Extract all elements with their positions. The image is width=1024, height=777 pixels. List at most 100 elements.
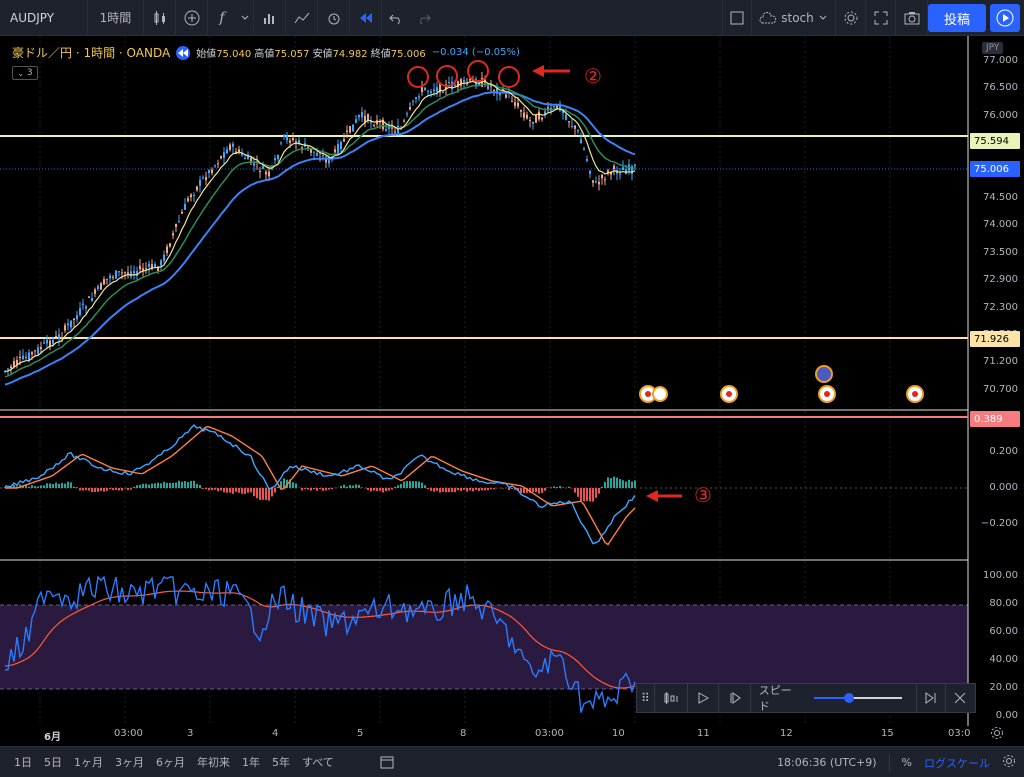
auto-toggle[interactable] — [1002, 754, 1016, 771]
replay-button[interactable] — [350, 0, 382, 36]
symbol-search[interactable]: AUDJPY — [0, 0, 88, 36]
indicators-button[interactable]: f — [208, 0, 236, 36]
log-scale-toggle[interactable]: ログスケール — [924, 755, 990, 771]
macd-bar — [262, 488, 264, 500]
macd-bar — [295, 483, 297, 488]
candle-body — [31, 352, 33, 355]
macd-bar — [226, 488, 228, 493]
macd-bar — [541, 488, 543, 493]
price-badge: 71.926 — [970, 331, 1020, 347]
drag-handle-icon[interactable]: ⠿ — [637, 684, 655, 712]
chart-type-button[interactable] — [144, 0, 176, 36]
slider-knob[interactable] — [843, 693, 854, 703]
price-badge: 75.006 — [970, 161, 1020, 177]
macd-bar — [532, 488, 534, 492]
candle-body — [571, 125, 573, 127]
clock[interactable]: 18:06:36 (UTC+9) — [777, 756, 877, 769]
redo-button[interactable] — [410, 0, 438, 36]
annotation-arrow-3 — [646, 490, 682, 502]
macd-bar — [28, 486, 30, 488]
macd-bar — [613, 476, 615, 488]
macd-bar — [310, 488, 312, 491]
candle-body — [109, 275, 111, 279]
candle-body — [292, 137, 294, 141]
indicators-toggle[interactable]: ⌄ 3 — [12, 66, 38, 80]
candle-body — [82, 303, 84, 305]
event-markers[interactable] — [639, 365, 924, 403]
candle-body — [436, 87, 438, 92]
candle-body — [259, 171, 261, 173]
top-toolbar: AUDJPY 1時間 f stoch 投稿 — [0, 0, 1024, 36]
range-button[interactable]: 6ヶ月 — [150, 754, 191, 770]
speed-slider[interactable] — [813, 693, 903, 703]
range-button[interactable]: 5日 — [38, 754, 68, 770]
time-tick: 8 — [460, 728, 467, 739]
range-button[interactable]: 1ヶ月 — [68, 754, 109, 770]
settings-button[interactable] — [836, 0, 866, 36]
time-tick: 03:0 — [948, 728, 971, 739]
range-button[interactable]: すべて — [296, 754, 340, 770]
macd-bar — [229, 488, 231, 493]
candle-body — [22, 355, 24, 359]
layout-save-button[interactable]: stoch — [752, 0, 836, 36]
macd-bar — [31, 485, 33, 488]
percent-toggle[interactable]: % — [902, 756, 912, 769]
fullscreen-icon — [874, 11, 887, 25]
select-bar-button[interactable] — [655, 684, 689, 712]
macd-bar — [634, 480, 636, 488]
axis-settings-button[interactable] — [990, 726, 1004, 743]
macd-bar — [463, 488, 465, 490]
candle-body — [115, 270, 117, 279]
replay-play-button[interactable] — [688, 684, 720, 712]
macd-bar — [484, 488, 486, 491]
macd-bar — [469, 488, 471, 491]
range-button[interactable]: 1年 — [236, 754, 266, 770]
legend-title: 豪ドル／円 · 1時間 · OANDA — [12, 46, 171, 60]
candle-body — [274, 158, 276, 161]
fullscreen-button[interactable] — [866, 0, 896, 36]
range-button[interactable]: 3ヶ月 — [109, 754, 150, 770]
goto-date-button[interactable] — [380, 755, 394, 772]
templates-button[interactable] — [286, 0, 318, 36]
snapshot-button[interactable] — [896, 0, 928, 36]
macd-bar — [250, 488, 252, 493]
financials-button[interactable] — [254, 0, 286, 36]
candle-body — [154, 264, 156, 268]
range-button[interactable]: 5年 — [266, 754, 296, 770]
macd-bar — [595, 488, 597, 498]
replay-panel[interactable]: ⠿ スピード — [636, 683, 976, 713]
close-replay-button[interactable] — [946, 684, 975, 712]
bottom-bar-right: 18:06:36 (UTC+9) % ログスケール — [777, 747, 1016, 777]
price-tick: 72.900 — [983, 274, 1018, 286]
chart-canvas[interactable] — [0, 36, 1024, 746]
compare-button[interactable] — [176, 0, 208, 36]
candle-body — [25, 356, 27, 359]
macd-bar — [361, 487, 363, 488]
macd-bar — [211, 488, 213, 491]
event-marker-flag[interactable] — [815, 365, 833, 383]
jump-to-realtime-button[interactable] — [916, 684, 946, 712]
candle-body — [634, 164, 636, 167]
candle-body — [181, 211, 183, 214]
range-button[interactable]: 1日 — [8, 754, 38, 770]
layout-button[interactable] — [722, 0, 752, 36]
play-button[interactable] — [990, 4, 1020, 32]
publish-button[interactable]: 投稿 — [928, 4, 986, 32]
undo-button[interactable] — [382, 0, 410, 36]
macd-bar — [148, 484, 150, 488]
rewind-icon[interactable] — [176, 45, 191, 60]
time-axis[interactable]: 6月 03:00 3 4 5 8 03:00 10 11 12 15 03:0 — [0, 724, 970, 746]
candle-body — [43, 342, 45, 344]
replay-step-button[interactable] — [719, 684, 751, 712]
candle-body — [418, 96, 420, 98]
event-marker[interactable] — [652, 386, 668, 402]
gear-icon — [991, 727, 1003, 739]
indicators-dropdown[interactable] — [236, 0, 254, 36]
macd-bar — [154, 483, 156, 488]
interval-select[interactable]: 1時間 — [88, 0, 144, 36]
macd-bar — [349, 484, 351, 488]
range-button[interactable]: 年初来 — [191, 754, 236, 770]
macd-bar — [544, 488, 546, 491]
macd-bar — [199, 484, 201, 488]
alert-button[interactable] — [318, 0, 350, 36]
